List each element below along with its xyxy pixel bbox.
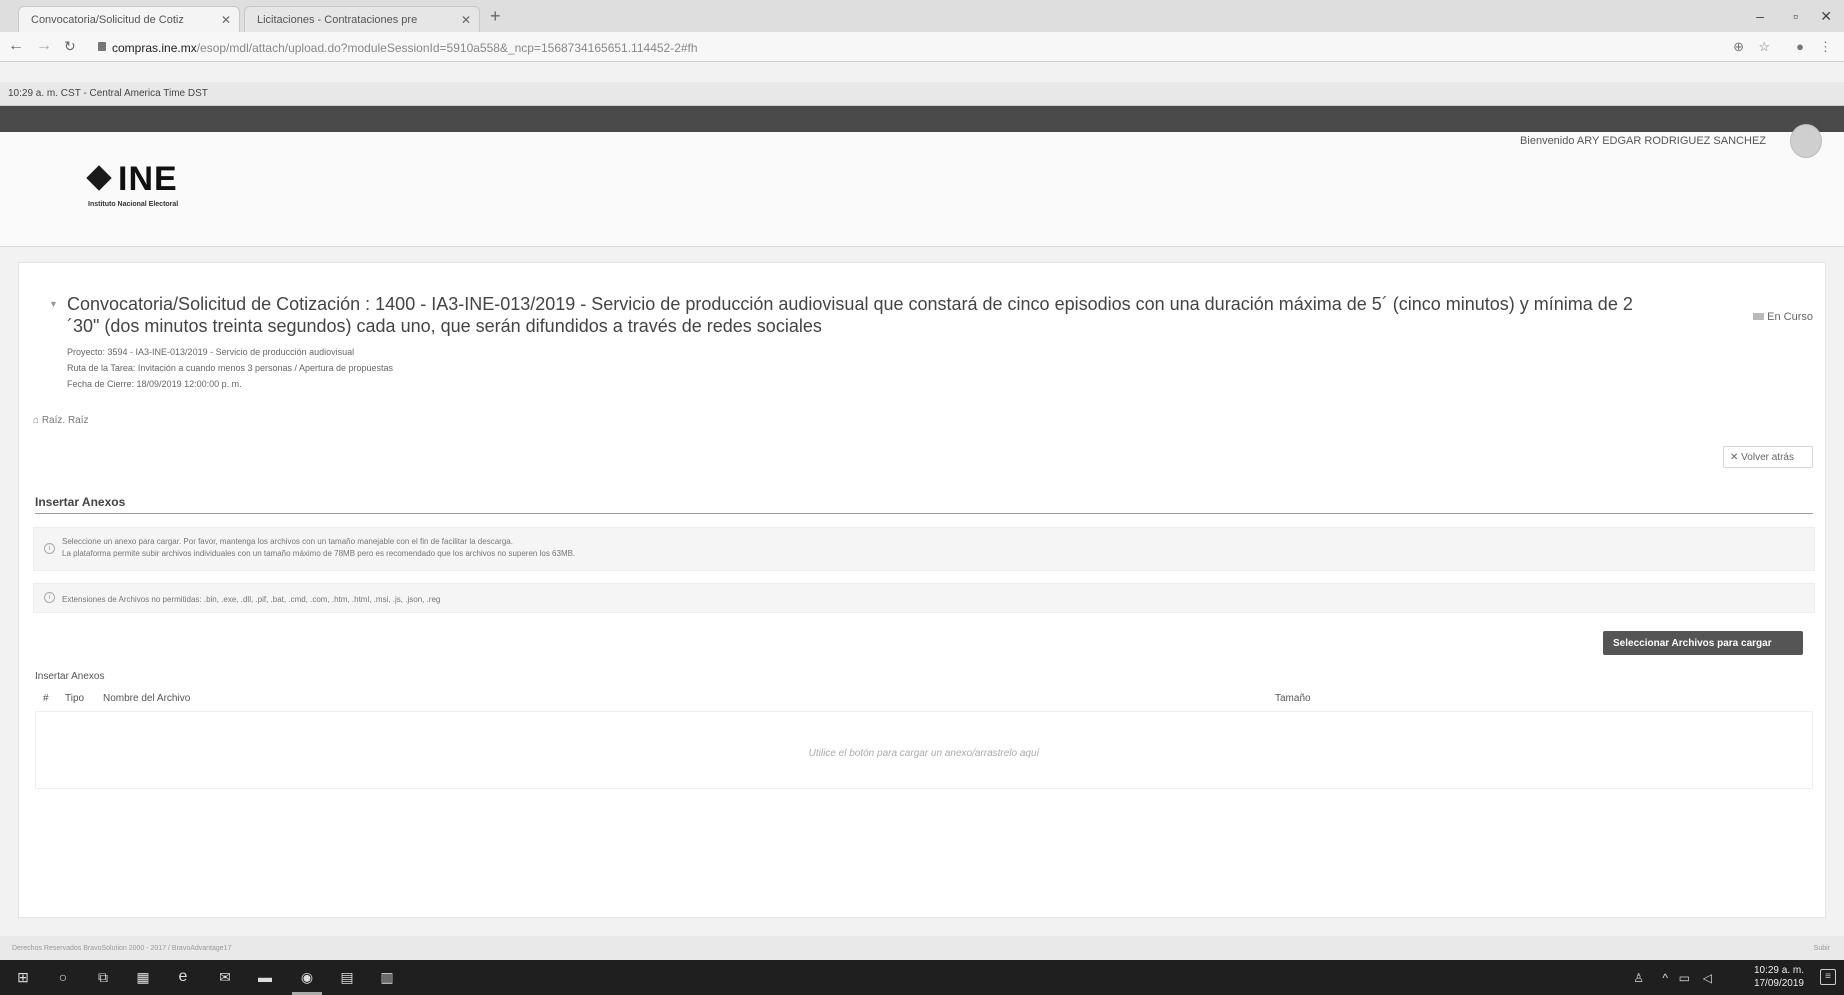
welcome-user-text[interactable]: Bienvenido ARY EDGAR RODRIGUEZ SANCHEZ <box>1520 135 1766 147</box>
attachments-table-title: Insertar Anexos <box>35 671 105 682</box>
col-num: # <box>43 693 49 704</box>
network-icon[interactable]: ▭ <box>1679 971 1690 985</box>
logo-subtitle: Instituto Nacional Electoral <box>88 201 179 208</box>
page-title: Convocatoria/Solicitud de Cotización : 1… <box>67 294 1633 336</box>
browser-tab-convocatoria[interactable]: Convocatoria/Solicitud de Cotiz ✕ <box>18 6 240 32</box>
back-arrow-icon[interactable]: ← <box>8 37 24 55</box>
close-tab-icon[interactable]: ✕ <box>461 13 471 27</box>
close-icon: ✕ <box>1730 452 1739 463</box>
section-title: Insertar Anexos <box>35 495 126 509</box>
timezone-bar: 10:29 a. m. CST - Central America Time D… <box>0 82 1844 106</box>
col-size: Tamaño <box>1275 693 1311 704</box>
close-date-info: Fecha de Cierre: 18/09/2019 12:00:00 p. … <box>67 379 242 389</box>
notice-line-2: La plataforma permite subir archivos ind… <box>62 549 576 558</box>
windows-start-icon[interactable]: ⊞ <box>14 969 32 985</box>
scroll-up-link[interactable]: Subir <box>1814 945 1830 952</box>
file-drop-area[interactable]: Utilice el botón para cargar un anexo/ar… <box>35 711 1813 789</box>
profile-icon[interactable]: ● <box>1796 39 1804 54</box>
lock-icon <box>98 42 106 51</box>
page-footer: Derechos Reservados BravoSolution 2000 -… <box>0 936 1844 960</box>
table-header: # Tipo Nombre del Archivo Tamaño <box>35 693 1813 707</box>
timezone-text: 10:29 a. m. CST - Central America Time D… <box>8 88 208 99</box>
clock-time: 10:29 a. m. <box>1753 965 1804 976</box>
menu-dots-icon[interactable]: ⋮ <box>1819 39 1832 55</box>
zoom-icon[interactable]: ⊕ <box>1733 39 1744 55</box>
top-dark-band <box>0 106 1844 132</box>
upload-info-notice: i Seleccione un anexo para cargar. Por f… <box>33 527 1815 571</box>
select-files-button[interactable]: Seleccionar Archivos para cargar <box>1603 631 1803 655</box>
col-type: Tipo <box>65 693 85 704</box>
url-field[interactable]: compras.ine.mx/esop/mdl/attach/upload.do… <box>112 41 698 55</box>
task-path-info: Ruta de la Tarea: Invitación a cuando me… <box>67 363 394 373</box>
star-bookmark-icon[interactable]: ☆ <box>1758 39 1770 55</box>
tab-label: Convocatoria/Solicitud de Cotiz <box>31 14 184 26</box>
volume-icon[interactable]: ◁ <box>1703 971 1712 985</box>
avatar[interactable] <box>1790 124 1822 158</box>
file-explorer-icon[interactable]: ▬ <box>256 969 274 985</box>
ine-logo-mark-icon <box>86 164 114 193</box>
close-window-icon[interactable]: ✕ <box>1820 8 1832 25</box>
app-header: INE Instituto Nacional Electoral Bienven… <box>0 124 1844 247</box>
maximize-icon[interactable]: ▫ <box>1793 8 1798 24</box>
new-tab-icon[interactable]: + <box>490 6 501 27</box>
status-text: En Curso <box>1767 311 1813 323</box>
edge-browser-icon[interactable]: e <box>174 969 192 985</box>
back-button-label: Volver atrás <box>1741 452 1794 463</box>
windows-taskbar: ⊞ ○ ⧉ ▦ e ✉ ▬ ◉ ▤ ▥ ♙ ^ ▭ ◁ 10:29 a. m. … <box>0 960 1844 995</box>
extensions-notice: i Extensiones de Archivos no permitidas:… <box>33 583 1815 613</box>
clock-date: 17/09/2019 <box>1753 978 1804 989</box>
tray-expand-icon[interactable]: ^ <box>1662 971 1668 985</box>
logo-text: INE <box>118 160 178 198</box>
main-panel: ▼ Convocatoria/Solicitud de Cotización :… <box>18 262 1826 918</box>
section-divider <box>35 513 1813 514</box>
calculator-icon[interactable]: ▦ <box>134 969 152 985</box>
close-tab-icon[interactable]: ✕ <box>221 13 231 27</box>
browser-address-bar: ← → ↻ compras.ine.mx/esop/mdl/attach/upl… <box>0 32 1844 62</box>
reload-icon[interactable]: ↻ <box>64 38 76 55</box>
breadcrumb[interactable]: ⌂ Raíz. Raíz <box>33 415 89 426</box>
col-file-name: Nombre del Archivo <box>103 693 191 704</box>
status-icon <box>1753 313 1765 320</box>
info-icon: i <box>44 592 55 603</box>
browser-tab-strip: Convocatoria/Solicitud de Cotiz ✕ Licita… <box>0 0 1844 32</box>
url-host: compras.ine.mx <box>112 41 197 55</box>
chrome-icon[interactable]: ◉ <box>298 969 316 985</box>
taskbar-clock[interactable]: 10:29 a. m. 17/09/2019 <box>1754 964 1804 990</box>
ine-logo[interactable]: INE Instituto Nacional Electoral <box>86 160 179 208</box>
back-button[interactable]: ✕ Volver atrás <box>1723 446 1813 468</box>
collapse-chevron-icon[interactable]: ▼ <box>49 299 58 309</box>
copyright-text: Derechos Reservados BravoSolution 2000 -… <box>12 945 232 952</box>
notification-icon[interactable]: ≡ <box>1820 969 1836 985</box>
people-icon[interactable]: ♙ <box>1633 971 1644 985</box>
empty-table-text: Utilice el botón para cargar un anexo/ar… <box>808 748 1040 759</box>
browser-tab-licitaciones[interactable]: Licitaciones - Contrataciones pre ✕ <box>244 6 480 32</box>
forward-arrow-icon[interactable]: → <box>36 37 52 55</box>
extensions-text: Extensiones de Archivos no permitidas: .… <box>62 595 441 604</box>
tab-label: Licitaciones - Contrataciones pre <box>257 14 418 26</box>
breadcrumb-root: Raíz. Raíz <box>41 415 89 426</box>
minimize-icon[interactable]: – <box>1756 8 1764 24</box>
info-icon: i <box>44 543 55 554</box>
home-icon: ⌂ <box>33 415 40 426</box>
word-icon[interactable]: ▥ <box>378 969 396 985</box>
url-path: /esop/mdl/attach/upload.do?moduleSession… <box>196 41 698 55</box>
notice-line-1: Seleccione un anexo para cargar. Por fav… <box>62 537 513 546</box>
project-info: Proyecto: 3594 - IA3-INE-013/2019 - Serv… <box>67 347 355 357</box>
status-badge: En Curso <box>1753 311 1813 323</box>
search-icon[interactable]: ○ <box>54 969 72 985</box>
task-view-icon[interactable]: ⧉ <box>94 969 112 985</box>
outlook-icon[interactable]: ✉ <box>216 969 234 985</box>
excel-icon[interactable]: ▤ <box>338 969 356 985</box>
